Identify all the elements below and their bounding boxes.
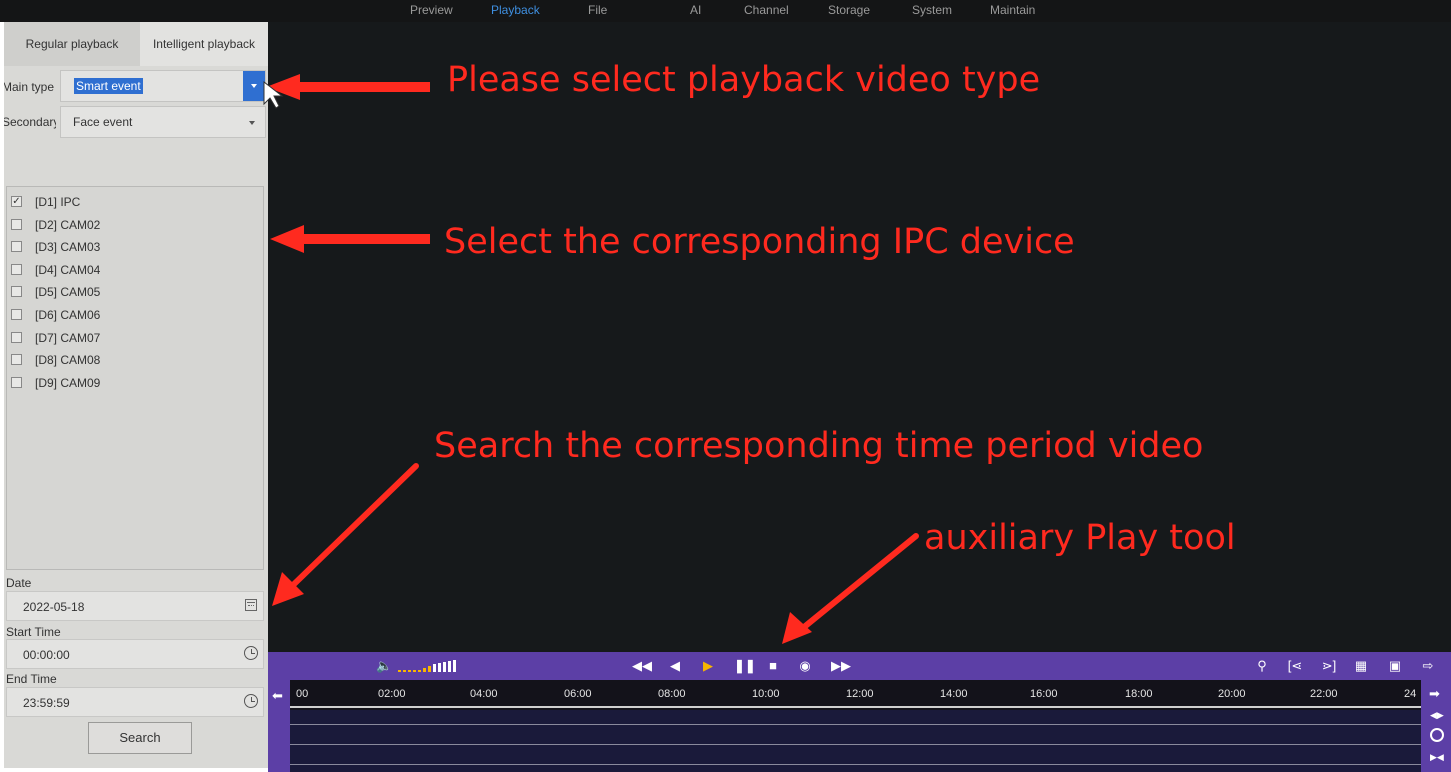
playback-timeline[interactable]: ⬅ 00 02:00 04:00 06:00 08:00 10:00 12:00… [268,680,1451,772]
clip-start-icon[interactable]: [⋖ [1286,658,1304,674]
pause-icon[interactable]: ❚❚ [734,658,756,674]
timeline-label: 22:00 [1310,688,1338,700]
collapse-icon[interactable]: ▶◀ [1430,752,1444,763]
timeline-track [290,724,1421,725]
playback-toolbar: 🔈 ◀◀ ◀ ▶ ❚❚ ■ ◉ ▶▶ ⚲ [⋖ ⋗] ▦ ▣ ⇨ [268,652,1451,680]
reset-icon[interactable] [1430,728,1444,742]
timeline-track [290,744,1421,745]
snapshot-icon[interactable]: ◉ [798,658,812,674]
timeline-track [290,764,1421,765]
stop-icon[interactable]: ■ [766,658,780,674]
timeline-label: 14:00 [940,688,968,700]
timeline-label: 02:00 [378,688,406,700]
fast-forward-icon[interactable]: ▶▶ [831,658,851,674]
fullscreen-icon[interactable]: ▣ [1387,658,1403,674]
timeline-controls: ➡ ◀▶ ▶◀ [1421,680,1451,772]
timeline-label: 06:00 [564,688,592,700]
timeline-label: 04:00 [470,688,498,700]
timeline-label: 00 [296,688,309,700]
timeline-ruler [290,706,1421,708]
timeline-label: 20:00 [1218,688,1246,700]
arrow-to-date-field [287,463,419,591]
clip-end-icon[interactable]: ⋗] [1320,658,1338,674]
arrow-left-icon[interactable]: ⬅ [272,688,283,704]
expand-icon[interactable]: ◀▶ [1430,710,1444,721]
play-icon[interactable]: ▶ [701,658,715,674]
timeline-scroll-left[interactable]: ⬅ [268,680,290,772]
timeline-label: 16:00 [1030,688,1058,700]
arrow-to-type-select [266,74,430,100]
exit-icon[interactable]: ⇨ [1420,658,1436,674]
timeline-label: 24 [1404,688,1417,700]
timeline-label: 18:00 [1125,688,1153,700]
step-back-icon[interactable]: ◀ [668,658,682,674]
fast-rewind-icon[interactable]: ◀◀ [632,658,652,674]
arrow-right-icon[interactable]: ➡ [1429,686,1440,702]
timeline-tracks[interactable] [290,710,1421,772]
volume-icon[interactable]: 🔈 [376,658,392,674]
arrow-to-device-list [270,225,430,253]
save-icon[interactable]: ▦ [1354,658,1368,674]
volume-slider[interactable] [398,656,464,676]
timeline-label: 12:00 [846,688,874,700]
zoom-icon[interactable]: ⚲ [1255,658,1269,674]
timeline-label: 08:00 [658,688,686,700]
arrow-to-toolbar [795,533,919,635]
timeline-label: 10:00 [752,688,780,700]
